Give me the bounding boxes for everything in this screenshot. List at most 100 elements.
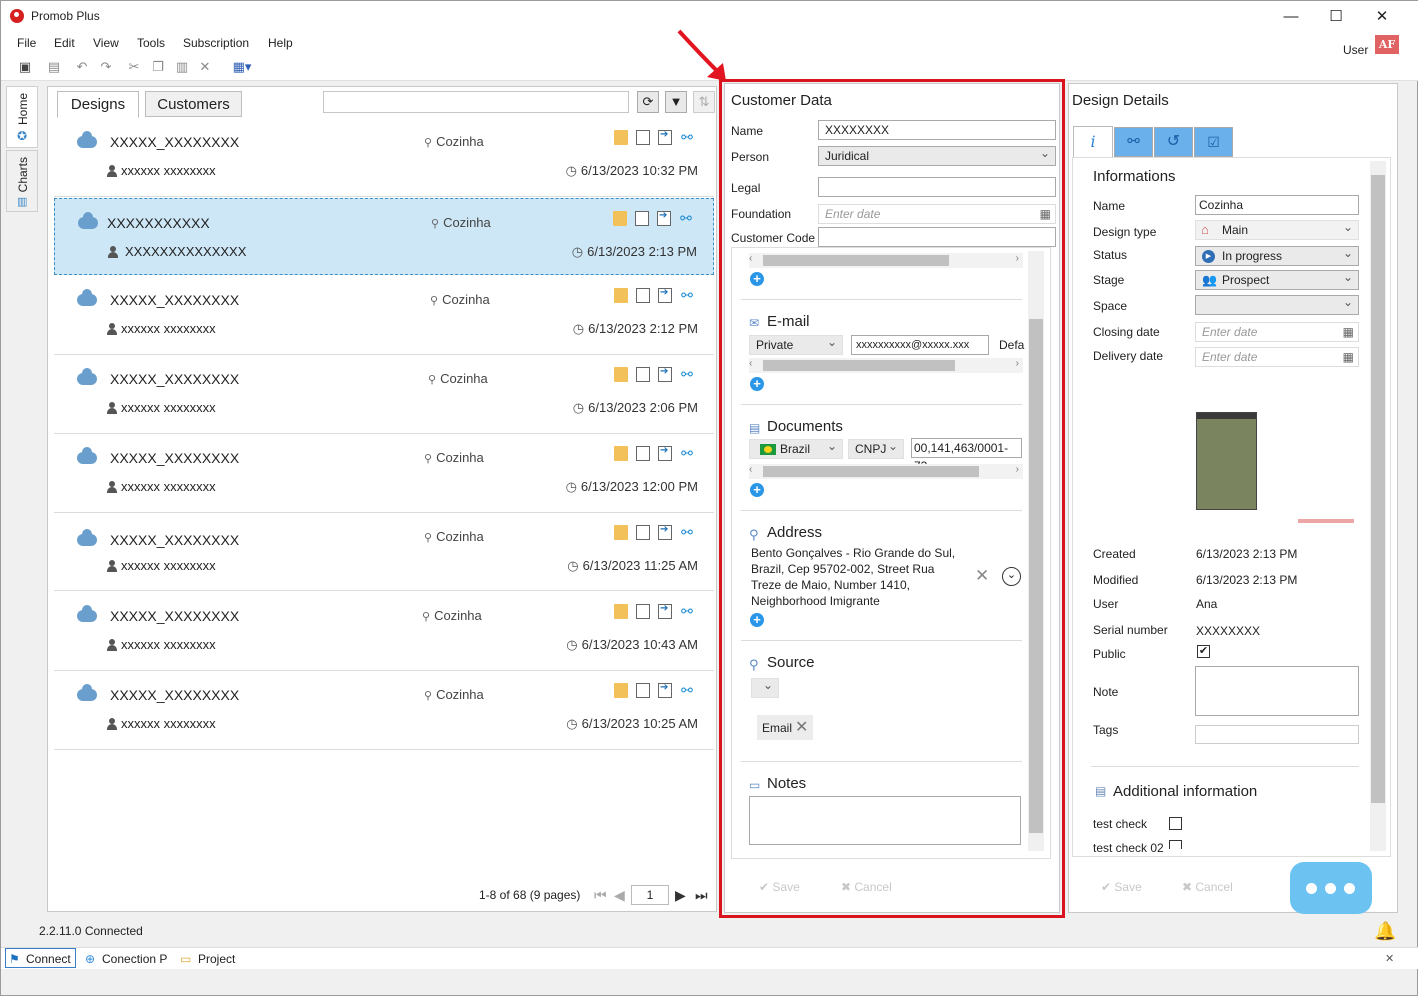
source-select[interactable] bbox=[751, 676, 779, 698]
email-hscrollbar[interactable]: ‹ › bbox=[749, 358, 1023, 373]
open-folder-icon[interactable] bbox=[614, 288, 628, 304]
prev-page-button[interactable]: ◀ bbox=[614, 887, 625, 904]
filter-button[interactable]: ▼ bbox=[665, 91, 687, 113]
foundation-date-field[interactable]: Enter date ▦ bbox=[818, 204, 1056, 224]
redo-icon[interactable]: ↷ bbox=[98, 59, 114, 75]
customer-vscrollbar[interactable] bbox=[1028, 251, 1044, 851]
share-icon[interactable]: ⚯ bbox=[680, 525, 694, 540]
design-save-button[interactable]: ✔ Save bbox=[1101, 880, 1142, 894]
add-address-icon[interactable]: + bbox=[750, 613, 764, 627]
add-document-icon[interactable]: + bbox=[750, 483, 764, 497]
export-icon[interactable] bbox=[658, 287, 672, 304]
export-icon[interactable] bbox=[658, 524, 672, 541]
close-bottom-icon[interactable]: ✕ bbox=[1385, 952, 1394, 965]
phone-hscrollbar[interactable]: ‹ › bbox=[749, 253, 1023, 268]
copy-design-icon[interactable] bbox=[636, 130, 650, 146]
menu-view[interactable]: View bbox=[93, 36, 119, 50]
minimize-button[interactable]: — bbox=[1268, 1, 1314, 32]
note-field[interactable] bbox=[1195, 666, 1359, 716]
close-button[interactable]: ✕ bbox=[1359, 1, 1405, 32]
connect-label[interactable]: Connect bbox=[26, 952, 71, 966]
status-select[interactable]: ▶ In progress bbox=[1195, 244, 1359, 266]
add-email-icon[interactable]: + bbox=[750, 377, 764, 391]
person-select[interactable]: Juridical bbox=[818, 144, 1056, 166]
stage-select[interactable]: 👥 Prospect bbox=[1195, 268, 1359, 290]
tab-history-icon[interactable]: ↺ bbox=[1154, 127, 1193, 157]
design-row[interactable]: XXXXXXXXXXX XXXXXXXXXXXXXX ⚲Cozinha ⚯ ◷6… bbox=[54, 198, 714, 275]
connection-label[interactable]: Conection P bbox=[102, 952, 167, 966]
share-icon[interactable]: ⚯ bbox=[680, 288, 694, 303]
design-type-select[interactable]: ⌂ Main bbox=[1195, 218, 1359, 240]
test-check-checkbox[interactable] bbox=[1169, 817, 1182, 830]
calendar-icon[interactable]: ▦ bbox=[1040, 205, 1051, 223]
email-type-select[interactable]: Private bbox=[749, 333, 843, 355]
export-icon[interactable] bbox=[658, 682, 672, 699]
chat-bubble-button[interactable] bbox=[1290, 862, 1372, 914]
design-vscrollbar[interactable] bbox=[1370, 161, 1386, 851]
menu-edit[interactable]: Edit bbox=[54, 36, 75, 50]
first-page-button[interactable]: ⏮ bbox=[594, 887, 607, 904]
export-icon[interactable] bbox=[658, 129, 672, 146]
menu-tools[interactable]: Tools bbox=[137, 36, 165, 50]
design-row[interactable]: XXXXX_XXXXXXXX xxxxxx xxxxxxxx ⚲ Cozinha … bbox=[54, 276, 714, 355]
expand-address-icon[interactable]: ⌄ bbox=[1002, 567, 1021, 586]
refresh-button[interactable]: ⟳ bbox=[637, 91, 659, 113]
notes-field[interactable] bbox=[749, 796, 1021, 845]
bell-icon[interactable]: 🔔 bbox=[1374, 921, 1396, 942]
paste-icon[interactable]: ▥ bbox=[174, 59, 190, 75]
open-folder-icon[interactable] bbox=[614, 525, 628, 541]
maximize-button[interactable]: ☐ bbox=[1313, 1, 1359, 32]
add-phone-icon[interactable]: + bbox=[750, 272, 764, 286]
design-row[interactable]: XXXXX_XXXXXXXX xxxxxx xxxxxxxx ⚲ Cozinha … bbox=[54, 434, 714, 513]
email-field[interactable]: xxxxxxxxxx@xxxxx.xxx bbox=[851, 335, 989, 355]
layout-dropdown-icon[interactable]: ▦▾ bbox=[230, 59, 254, 75]
share-icon[interactable]: ⚯ bbox=[680, 604, 694, 619]
customer-save-button[interactable]: ✔ Save bbox=[759, 880, 800, 894]
calendar-icon[interactable]: ▦ bbox=[1343, 348, 1354, 366]
copy-icon[interactable]: ❐ bbox=[150, 59, 166, 75]
space-select[interactable] bbox=[1195, 293, 1359, 315]
name-field[interactable]: XXXXXXXX bbox=[818, 120, 1056, 140]
remove-tag-icon[interactable]: ✕ bbox=[795, 717, 808, 737]
tab-info-icon[interactable]: i bbox=[1073, 126, 1113, 157]
page-input[interactable]: 1 bbox=[631, 885, 669, 905]
remove-address-icon[interactable]: ✕ bbox=[975, 566, 989, 586]
customer-cancel-button[interactable]: ✖ Cancel bbox=[841, 880, 892, 894]
copy-design-icon[interactable] bbox=[636, 446, 650, 462]
last-page-button[interactable]: ⏭ bbox=[695, 887, 708, 904]
share-icon[interactable]: ⚯ bbox=[680, 683, 694, 698]
next-page-button[interactable]: ▶ bbox=[675, 887, 686, 904]
menu-help[interactable]: Help bbox=[268, 36, 293, 50]
design-row[interactable]: XXXXX_XXXXXXXX xxxxxx xxxxxxxx ⚲ Cozinha … bbox=[54, 592, 714, 671]
design-row[interactable]: XXXXX_XXXXXXXX xxxxxx xxxxxxxx ⚲ Cozinha … bbox=[54, 671, 714, 750]
test-check-02-checkbox[interactable] bbox=[1169, 840, 1182, 849]
project-label[interactable]: Project bbox=[198, 952, 235, 966]
tab-customers[interactable]: Customers bbox=[145, 91, 242, 117]
undo-icon[interactable]: ↶ bbox=[74, 59, 90, 75]
tab-checklist-icon[interactable]: ☑ bbox=[1194, 127, 1233, 157]
print-icon[interactable]: ▤ bbox=[46, 59, 62, 75]
design-preview-image[interactable] bbox=[1196, 412, 1257, 510]
open-folder-icon[interactable] bbox=[614, 367, 628, 383]
copy-design-icon[interactable] bbox=[636, 367, 650, 383]
open-folder-icon[interactable] bbox=[614, 604, 628, 620]
open-folder-icon[interactable] bbox=[614, 446, 628, 462]
export-icon[interactable] bbox=[658, 603, 672, 620]
export-icon[interactable] bbox=[657, 210, 671, 227]
open-folder-icon[interactable] bbox=[614, 683, 628, 699]
copy-design-icon[interactable] bbox=[635, 211, 649, 227]
open-folder-icon[interactable] bbox=[614, 130, 628, 146]
design-cancel-button[interactable]: ✖ Cancel bbox=[1182, 880, 1233, 894]
side-tab-charts[interactable]: Charts ▥ bbox=[6, 150, 38, 212]
export-icon[interactable] bbox=[658, 366, 672, 383]
delivery-date-field[interactable]: Enter date ▦ bbox=[1195, 347, 1359, 367]
document-number-field[interactable]: 00,141,463/0001-73 bbox=[911, 438, 1022, 473]
share-icon[interactable]: ⚯ bbox=[680, 446, 694, 461]
tab-designs[interactable]: Designs bbox=[57, 91, 139, 118]
side-tab-home[interactable]: Home ✪ bbox=[6, 86, 38, 148]
copy-design-icon[interactable] bbox=[636, 683, 650, 699]
design-row[interactable]: XXXXX_XXXXXXXX xxxxxx xxxxxxxx ⚲ Cozinha … bbox=[54, 118, 714, 197]
copy-design-icon[interactable] bbox=[636, 288, 650, 304]
delete-icon[interactable]: ✕ bbox=[197, 59, 213, 75]
documents-hscrollbar[interactable]: ‹ › bbox=[749, 464, 1023, 479]
